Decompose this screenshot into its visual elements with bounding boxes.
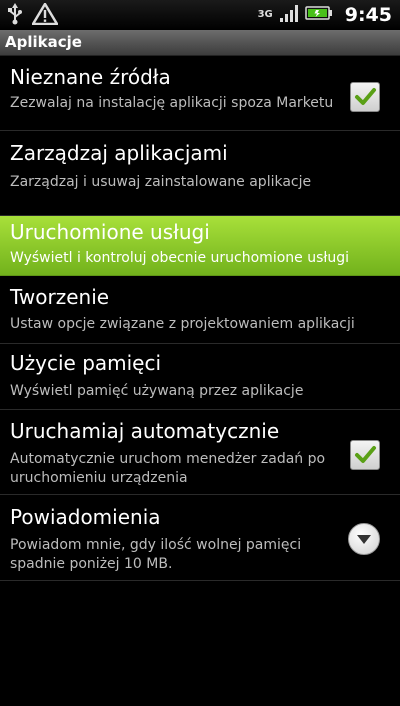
status-left bbox=[6, 2, 59, 29]
setting-subtitle: Wyświetl i kontroluj obecnie uruchomione… bbox=[10, 250, 350, 266]
setting-memory-usage[interactable]: Użycie pamięci Wyświetl pamięć używaną p… bbox=[0, 344, 400, 410]
network-type: 3G bbox=[257, 9, 273, 20]
clock: 9:45 bbox=[344, 4, 392, 26]
title-bar: Aplikacje bbox=[0, 30, 400, 56]
unknown-sources-checkbox[interactable] bbox=[350, 82, 380, 112]
autostart-checkbox[interactable] bbox=[350, 440, 380, 470]
setting-title: Powiadomienia bbox=[10, 505, 161, 529]
setting-unknown-sources[interactable]: Nieznane źródła Zezwalaj na instalację a… bbox=[0, 56, 400, 131]
setting-title: Nieznane źródła bbox=[10, 65, 171, 89]
notifications-dropdown[interactable] bbox=[348, 523, 380, 555]
setting-autostart[interactable]: Uruchamiaj automatycznie Automatycznie u… bbox=[0, 410, 400, 495]
setting-subtitle: Wyświetl pamięć używaną przez aplikacje bbox=[10, 383, 304, 399]
setting-subtitle: Ustaw opcje związane z projektowaniem ap… bbox=[10, 316, 355, 332]
usb-icon bbox=[6, 3, 24, 29]
setting-development[interactable]: Tworzenie Ustaw opcje związane z projekt… bbox=[0, 276, 400, 344]
setting-title: Zarządzaj aplikacjami bbox=[10, 141, 228, 165]
chevron-down-icon bbox=[357, 535, 371, 544]
setting-title: Tworzenie bbox=[10, 285, 110, 309]
setting-manage-apps[interactable]: Zarządzaj aplikacjami Zarządzaj i usuwaj… bbox=[0, 131, 400, 216]
setting-running-services[interactable]: Uruchomione usługi Wyświetl i kontroluj … bbox=[0, 216, 400, 276]
status-right: 3G 9:45 bbox=[258, 0, 392, 30]
setting-subtitle: Automatycznie uruchom menedżer zadań po … bbox=[10, 451, 326, 486]
warning-icon bbox=[31, 2, 59, 29]
setting-subtitle: Zezwalaj na instalację aplikacji spoza M… bbox=[10, 95, 334, 111]
setting-title: Uruchamiaj automatycznie bbox=[10, 419, 280, 443]
setting-title: Uruchomione usługi bbox=[10, 220, 210, 244]
status-bar: 3G 9:45 bbox=[0, 0, 400, 30]
setting-subtitle: Zarządzaj i usuwaj zainstalowane aplikac… bbox=[10, 174, 312, 190]
settings-list: Nieznane źródła Zezwalaj na instalację a… bbox=[0, 56, 400, 581]
signal-icon bbox=[279, 3, 299, 27]
setting-subtitle: Powiadom mnie, gdy ilość wolnej pamięci … bbox=[10, 537, 302, 572]
battery-icon bbox=[304, 5, 333, 25]
setting-title: Użycie pamięci bbox=[10, 351, 162, 375]
page-title: Aplikacje bbox=[5, 33, 82, 51]
setting-notifications[interactable]: Powiadomienia Powiadom mnie, gdy ilość w… bbox=[0, 495, 400, 581]
